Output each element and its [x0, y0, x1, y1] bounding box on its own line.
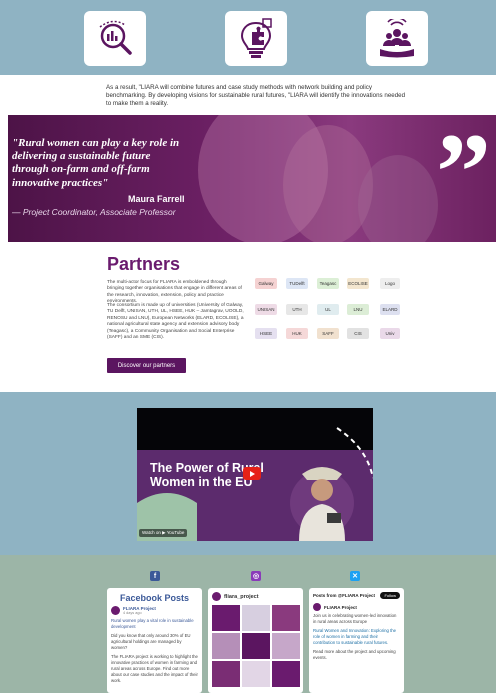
instagram-post-thumb[interactable] [212, 661, 240, 687]
tweet-line: Join us in celebrating women-led innovat… [313, 613, 397, 625]
instagram-post-thumb[interactable] [242, 633, 270, 659]
instagram-handle[interactable]: fliara_project [224, 594, 259, 600]
avatar [111, 606, 120, 615]
facebook-post-line: Rural women play a vital role in sustain… [111, 618, 194, 630]
instagram-post-thumb[interactable] [272, 605, 300, 631]
instagram-feed[interactable]: fliara_project [208, 588, 303, 693]
tweet-author: FLIARA Project [309, 603, 404, 613]
youtube-play-icon[interactable] [243, 467, 261, 480]
instagram-post-thumb[interactable] [242, 605, 270, 631]
partners-paragraph: The multi-actor focus for FLIARA is embo… [107, 280, 242, 305]
instagram-post-thumb[interactable] [272, 661, 300, 687]
partner-logo[interactable]: Teagasc [317, 278, 339, 289]
partner-logo[interactable]: HUK [286, 328, 308, 339]
partner-logo[interactable]: HSEE [255, 328, 277, 339]
facebook-feed[interactable]: Facebook Posts FLIARA Project 4 days ago… [107, 588, 202, 693]
youtube-video-embed[interactable]: The Power of Rural Women in the EU Watch… [137, 408, 373, 541]
facebook-icon[interactable]: f [150, 571, 160, 581]
partners-title: Partners [107, 254, 181, 274]
tweet-line: Rural Women and Innovation: Exploring th… [313, 628, 397, 646]
facebook-post-time: 4 days ago [123, 611, 142, 615]
instagram-post-thumb[interactable] [212, 605, 240, 631]
partner-logo[interactable]: UNISAN [255, 304, 277, 315]
discover-partners-button[interactable]: Discover our partners [107, 358, 186, 373]
facebook-post: Rural women play a vital role in sustain… [107, 618, 202, 684]
instagram-header: fliara_project [208, 588, 303, 605]
partner-logo[interactable]: Logo [380, 278, 400, 289]
twitter-follow-button[interactable]: Follow [380, 592, 400, 599]
watch-on-youtube-link[interactable]: Watch on ▶ YouTube [139, 529, 188, 537]
banner-photo-figure [358, 155, 438, 242]
twitter-feed[interactable]: Posts from @FLIARA Project Follow FLIARA… [309, 588, 404, 693]
tweet: Join us in celebrating women-led innovat… [309, 613, 404, 661]
banner-photo-figure [283, 125, 373, 242]
instagram-post-thumb[interactable] [242, 661, 270, 687]
partner-logo[interactable]: ECOLISE [347, 278, 369, 289]
tweet-line: Read more about the project and upcoming… [313, 649, 396, 661]
avatar [313, 603, 321, 611]
partners-paragraph: The consortium is made up of universitie… [107, 303, 244, 341]
instagram-post-thumb[interactable] [212, 633, 240, 659]
partner-logo[interactable]: SAFF [317, 328, 339, 339]
avatar [212, 592, 221, 601]
twitter-header-title: Posts from @FLIARA Project [313, 593, 375, 598]
lightbulb-puzzle-icon [225, 11, 287, 66]
quote-author: Maura Farrell [128, 194, 185, 204]
partner-logo[interactable]: LNU [347, 304, 369, 315]
partner-logo[interactable]: Galway [255, 278, 277, 289]
twitter-header: Posts from @FLIARA Project Follow [309, 588, 404, 603]
partner-logo[interactable]: TUDelft [286, 278, 308, 289]
partner-logo[interactable]: CIS [347, 328, 369, 339]
partner-logo[interactable]: Univ [380, 328, 400, 339]
quote-banner: "Rural women can play a key role in deli… [8, 115, 496, 242]
facebook-page-header: FLIARA Project 4 days ago [107, 603, 202, 618]
rural-women-field-icon [366, 11, 428, 66]
instagram-post-thumb[interactable] [272, 633, 300, 659]
facebook-feed-title: Facebook Posts [119, 593, 190, 603]
instagram-grid [208, 605, 303, 687]
tweet-author-name[interactable]: FLIARA Project [324, 605, 357, 610]
quote-author-role: — Project Coordinator, Associate Profess… [12, 207, 176, 217]
twitter-icon[interactable]: ✕ [350, 571, 360, 581]
instagram-icon[interactable]: ◎ [251, 571, 261, 581]
quote-mark-icon: ” [436, 115, 491, 233]
partner-logo[interactable]: UL [317, 304, 339, 315]
intro-paragraph: As a result, "LIARA will combine futures… [106, 84, 406, 107]
facebook-post-line: Did you know that only around 30% of EU … [111, 633, 191, 651]
quote-text: "Rural women can play a key role in deli… [12, 137, 180, 189]
partner-logo[interactable]: UTH [286, 304, 308, 315]
partner-logo[interactable]: ELARD [380, 304, 400, 315]
facebook-post-line: The FLIARA project is working to highlig… [111, 654, 198, 684]
analytics-magnifier-icon [84, 11, 146, 66]
